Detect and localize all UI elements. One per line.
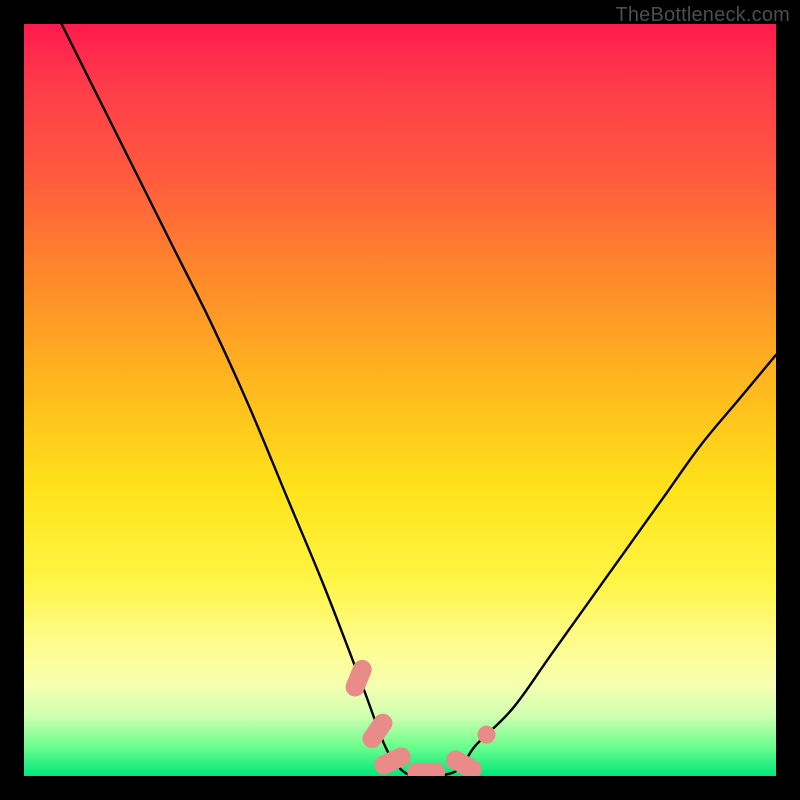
pill-3	[371, 744, 413, 776]
marker-layer	[343, 657, 496, 776]
plot-area	[24, 24, 776, 776]
pill-1	[343, 657, 375, 699]
pill-4	[407, 763, 445, 776]
curve-layer	[24, 24, 776, 776]
bottleneck-curve	[62, 24, 776, 776]
dot-1	[477, 726, 495, 744]
chart-frame: TheBottleneck.com	[0, 0, 800, 800]
pill-5	[443, 747, 485, 776]
pill-2	[359, 710, 396, 752]
